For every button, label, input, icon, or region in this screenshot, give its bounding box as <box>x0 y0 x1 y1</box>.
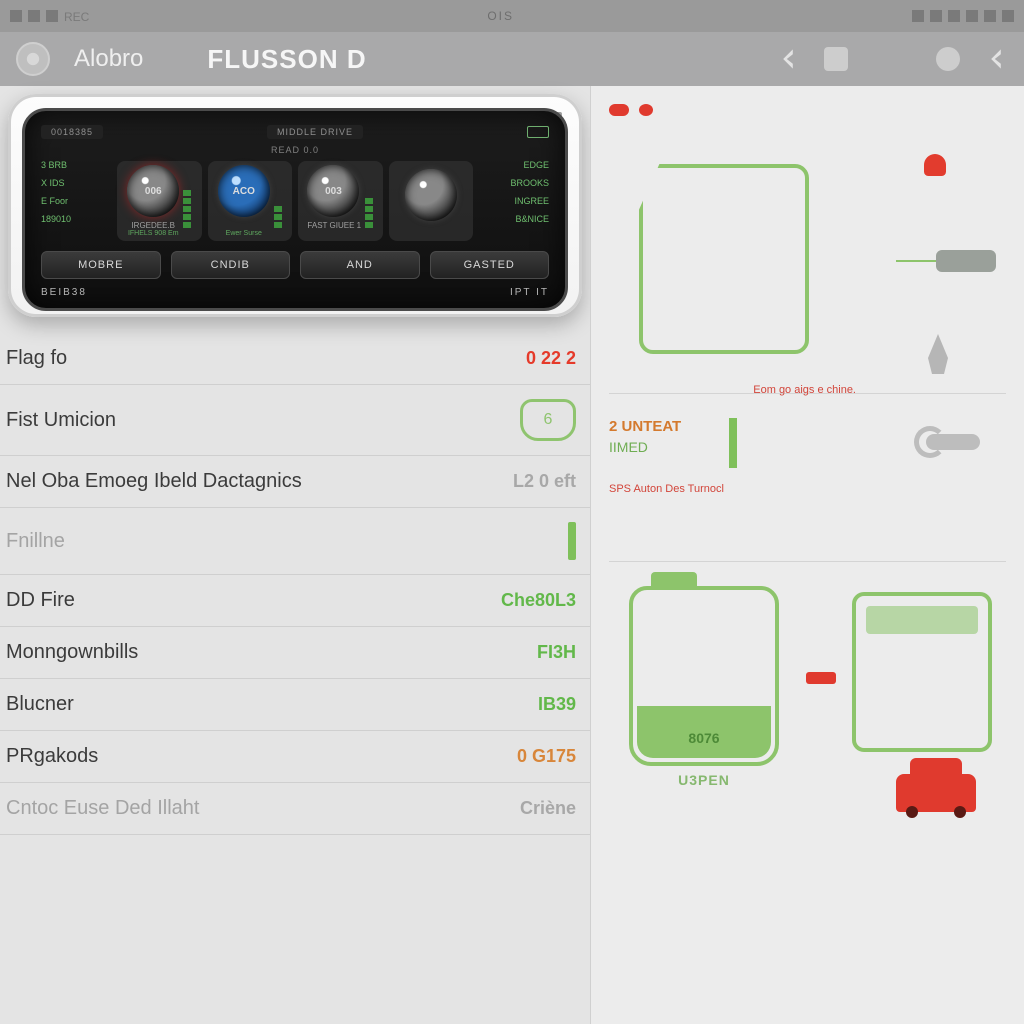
page-title: FLUSSON D <box>207 44 366 75</box>
display-icon <box>852 592 992 752</box>
level-stick-icon <box>729 418 737 468</box>
trash-icon[interactable] <box>824 47 848 71</box>
device-btn-2[interactable]: CNDIB <box>171 251 291 279</box>
list-item[interactable]: Nel Oba Emoeg Ibeld Dactagnics L2 0 eft <box>0 456 590 508</box>
list-item-value: Che80L3 <box>501 590 576 611</box>
car-icon <box>896 774 976 812</box>
device-subtitle: READ 0.0 <box>41 145 549 155</box>
warning-bulb-icon <box>924 154 946 176</box>
app-name: Alobro <box>74 45 143 73</box>
list-item-label: DD Fire <box>6 589 75 612</box>
device-preview-card: 0018385 MIDDLE DRIVE READ 0.0 3 BRB X ID… <box>8 94 582 317</box>
list-item-value: Criène <box>520 798 576 819</box>
status-bar: REC OIS <box>0 0 1024 32</box>
app-logo-icon <box>16 42 50 76</box>
list-item[interactable]: Monngownbills FI3H <box>0 627 590 679</box>
list-item-value: FI3H <box>537 642 576 663</box>
list-item[interactable]: Flag fo 0 22 2 <box>0 333 590 385</box>
list-item[interactable]: Fist Umicion 6 <box>0 385 590 456</box>
list-item-label: Monngownbills <box>6 641 138 664</box>
level-bar-icon <box>568 522 576 560</box>
list-item-label: Cntoc Euse Ded Illaht <box>6 797 199 820</box>
device-top-right: MIDDLE DRIVE <box>267 125 363 139</box>
gauge-3[interactable]: 003 FAST GIUEE 1 <box>298 161 383 241</box>
status-dot-icon <box>639 104 653 116</box>
device-btn-4[interactable]: GASTED <box>430 251 550 279</box>
gauge-1[interactable]: 006 IRGEDEE.B IFHELS 908 Em <box>117 161 202 241</box>
list-item-label: Flag fo <box>6 347 67 370</box>
list-item[interactable]: Cntoc Euse Ded Illaht Criène <box>0 783 590 835</box>
diagram-tools: 2 UNTEAT IIMED SPS Auton Des Turnocl <box>609 412 1006 562</box>
device-footer-left: BEIB38 <box>41 287 87 298</box>
device-top-left: 0018385 <box>41 125 103 139</box>
status-left-icons: REC <box>10 10 89 22</box>
diagram-reservoir: Eom go aigs e chine. <box>609 154 1006 394</box>
device-footer-right: IPT IT <box>510 287 549 298</box>
status-right-icons <box>912 10 1014 22</box>
list-item-label: PRgakods <box>6 745 98 768</box>
gauge-badge-icon: 6 <box>520 399 576 441</box>
gauge-4[interactable] <box>389 161 474 241</box>
list-item-value: L2 0 eft <box>513 471 576 492</box>
list-item-value: 0 G175 <box>517 746 576 767</box>
device-right-stats: EDGE BROOKS INGREE B&NICE <box>479 161 549 241</box>
device-left-stats: 3 BRB X IDS E Foor 189010 <box>41 161 111 241</box>
list-item-label: Fist Umicion <box>6 409 116 432</box>
wrench-icon <box>918 418 988 466</box>
list-item-value: 0 22 2 <box>526 348 576 369</box>
list-item[interactable]: PRgakods 0 G175 <box>0 731 590 783</box>
status-dot-icon <box>609 104 629 116</box>
list-item-label: Nel Oba Emoeg Ibeld Dactagnics <box>6 470 302 493</box>
connector-icon <box>896 246 996 276</box>
app-header: Alobro FLUSSON D <box>0 32 1024 86</box>
list-item-label: Fnillne <box>6 530 65 553</box>
device-btn-1[interactable]: MOBRE <box>41 251 161 279</box>
section2-caption: SPS Auton Des Turnocl <box>609 483 1006 495</box>
diagram-fuel: 8076 U3PEN <box>609 562 1006 822</box>
list-item[interactable]: Blucner IB39 <box>0 679 590 731</box>
gauge-2[interactable]: ACO Ewer Surse <box>208 161 293 241</box>
list-item[interactable]: DD Fire Che80L3 <box>0 575 590 627</box>
jug-icon: 8076 U3PEN <box>629 586 779 766</box>
drip-icon <box>928 334 948 374</box>
battery-icon <box>527 126 549 138</box>
device-screen: 0018385 MIDDLE DRIVE READ 0.0 3 BRB X ID… <box>22 108 568 311</box>
list-item-value: IB39 <box>538 694 576 715</box>
chevron-left-icon[interactable] <box>984 47 1008 71</box>
warning-pill-icon <box>806 672 836 684</box>
diagram-panel: Eom go aigs e chine. 2 UNTEAT IIMED SPS … <box>590 86 1024 1024</box>
nav-back-icon[interactable] <box>776 47 800 71</box>
diagram-caption: Eom go aigs e chine. <box>753 384 856 396</box>
list-item-label: Blucner <box>6 693 74 716</box>
status-center: OIS <box>487 9 514 23</box>
device-btn-3[interactable]: AND <box>300 251 420 279</box>
settings-list: Flag fo 0 22 2 Fist Umicion 6 Nel Oba Emoeg … <box>0 333 590 835</box>
settings-gear-icon[interactable] <box>936 47 960 71</box>
list-item[interactable]: Fnillne <box>0 508 590 575</box>
